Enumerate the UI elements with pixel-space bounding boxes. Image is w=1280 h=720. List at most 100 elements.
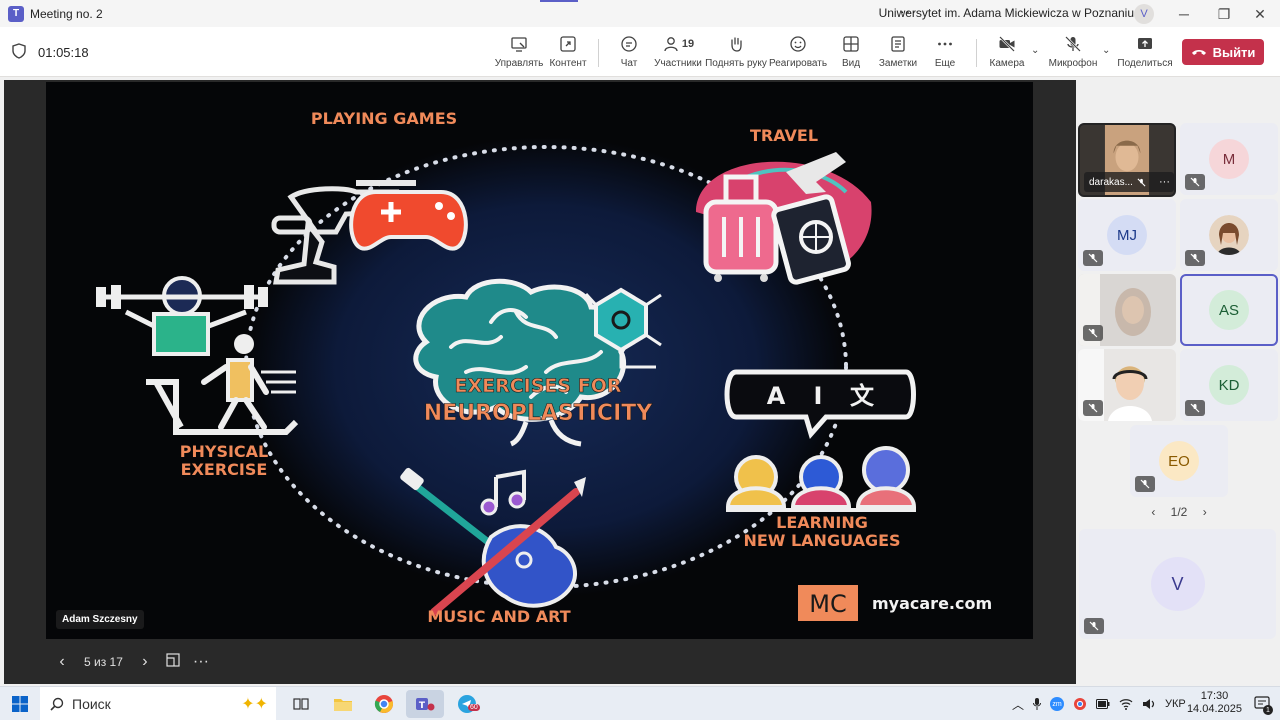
slide-label-languages-1: LEARNING xyxy=(776,513,868,532)
slide-label-physical-1: PHYSICAL xyxy=(180,442,269,461)
leave-button[interactable]: Выйти xyxy=(1182,39,1264,65)
close-window-button[interactable]: ✕ xyxy=(1240,2,1280,26)
teams-logo-icon: T xyxy=(8,5,24,22)
logo-mc-text: MC xyxy=(809,590,846,618)
windows-taskbar: Поиск ✦✦ T 60 ︿ zm УКР 17:30 14.04.2025 … xyxy=(0,686,1280,720)
people-icon: 19 xyxy=(662,33,694,55)
chrome-tray-icon[interactable] xyxy=(1073,697,1087,711)
participant-tile[interactable]: KD xyxy=(1180,349,1278,421)
mic-muted-icon xyxy=(1083,400,1103,416)
lang-char-wen: 文 xyxy=(850,382,875,410)
chat-label: Чат xyxy=(620,58,638,69)
chrome-icon[interactable] xyxy=(365,690,403,718)
wifi-icon[interactable] xyxy=(1119,698,1133,710)
manage-button[interactable]: Управлять xyxy=(494,33,544,73)
minimize-button[interactable]: ─ xyxy=(1164,2,1204,26)
file-explorer-icon[interactable] xyxy=(324,690,362,718)
tray-mic-icon[interactable] xyxy=(1033,698,1042,710)
participant-tile[interactable] xyxy=(1180,199,1278,271)
notes-icon xyxy=(889,33,907,55)
notifications-icon[interactable]: 1 xyxy=(1254,696,1273,715)
more-dots-icon xyxy=(936,33,954,55)
chat-icon xyxy=(620,33,638,55)
hang-up-icon xyxy=(1191,50,1206,55)
gallery-pager: ‹ 1/2 › xyxy=(1078,505,1280,519)
avatar: V xyxy=(1150,557,1205,611)
taskbar-search-box[interactable]: Поиск ✦✦ xyxy=(40,687,276,720)
avatar: EO xyxy=(1159,441,1199,481)
mic-muted-icon xyxy=(1185,400,1205,416)
tray-overflow-chevron-icon[interactable]: ︿ xyxy=(1012,696,1024,713)
more-button[interactable]: Еще xyxy=(932,33,958,73)
organization-name[interactable]: Uniwersytet im. Adama Mickiewicza w Pozn… xyxy=(879,6,1134,20)
meeting-timer: 01:05:18 xyxy=(38,45,89,60)
slide-title-line-1: EXERCISES FOR xyxy=(455,375,622,397)
next-slide-button[interactable]: › xyxy=(131,653,159,671)
camera-button[interactable]: Камера xyxy=(988,33,1026,73)
restore-button[interactable]: ❐ xyxy=(1204,2,1244,26)
mic-muted-icon xyxy=(1083,325,1103,341)
avatar-photo xyxy=(1209,215,1249,255)
slide-overview-icon[interactable] xyxy=(159,652,187,672)
participant-video-tile[interactable] xyxy=(1078,274,1176,346)
slide-page-indicator: 5 из 17 xyxy=(84,655,123,669)
zoom-tray-icon[interactable]: zm xyxy=(1050,697,1065,711)
participant-tile[interactable]: EO xyxy=(1130,425,1228,497)
slide-navigation: ‹ 5 из 17 › ··· xyxy=(48,648,215,676)
participant-tile[interactable]: MJ xyxy=(1078,199,1176,271)
keyboard-language[interactable]: УКР xyxy=(1165,698,1186,710)
content-button[interactable]: Контент xyxy=(549,33,587,73)
chat-button[interactable]: Чат xyxy=(614,33,644,73)
slide-title-line-2: NEUROPLASTICITY xyxy=(424,401,653,426)
share-tray-icon xyxy=(1136,33,1154,55)
gallery-prev-button[interactable]: ‹ xyxy=(1151,505,1155,519)
microphone-button[interactable]: Микрофон xyxy=(1049,33,1097,73)
leave-label: Выйти xyxy=(1212,44,1256,60)
participant-tile[interactable]: M xyxy=(1180,123,1278,195)
participant-tile-large[interactable]: V xyxy=(1079,529,1276,639)
camera-off-icon xyxy=(998,33,1016,55)
avatar: MJ xyxy=(1107,215,1147,255)
share-button[interactable]: Поделиться xyxy=(1117,33,1173,73)
title-bar: T Meeting no. 2 ··· Uniwersytet im. Adam… xyxy=(0,0,1280,27)
volume-icon[interactable] xyxy=(1142,698,1156,710)
participant-tile-speaking[interactable]: AS xyxy=(1180,274,1278,346)
emoji-icon xyxy=(789,33,807,55)
camera-options-chevron-icon[interactable]: ⌄ xyxy=(1031,45,1039,56)
toolbar-divider xyxy=(976,39,977,67)
react-button[interactable]: Реагировать xyxy=(768,33,828,73)
camera-label: Камера xyxy=(989,58,1025,69)
participants-button[interactable]: 19 Участники xyxy=(654,33,702,73)
self-name: darakas... xyxy=(1089,176,1133,188)
shared-slide: PLAYING GAMES TRAVEL PHYSICAL EXERCISE E… xyxy=(46,82,1033,639)
telegram-icon[interactable]: 60 xyxy=(448,690,486,718)
notes-label: Заметки xyxy=(878,58,918,69)
task-view-icon[interactable] xyxy=(282,690,320,718)
self-video-tile[interactable]: darakas... ··· xyxy=(1078,123,1176,197)
participants-gallery: darakas... ··· M MJ AS KD EO ‹ 1/2 › V xyxy=(1078,80,1280,684)
taskbar-clock[interactable]: 17:30 14.04.2025 xyxy=(1187,690,1242,716)
avatar: M xyxy=(1209,139,1249,179)
system-tray: ︿ zm УКР xyxy=(1012,687,1186,720)
slide-more-options-icon[interactable]: ··· xyxy=(187,653,215,671)
windows-start-icon[interactable] xyxy=(12,696,28,712)
manage-label: Управлять xyxy=(494,58,544,69)
previous-slide-button[interactable]: ‹ xyxy=(48,653,76,671)
notes-button[interactable]: Заметки xyxy=(878,33,918,73)
react-label: Реагировать xyxy=(768,58,828,69)
mic-off-icon xyxy=(1064,33,1082,55)
user-avatar[interactable]: V xyxy=(1134,4,1154,24)
search-icon xyxy=(50,697,64,711)
telegram-unread-badge: 60 xyxy=(468,704,480,711)
teams-taskbar-icon[interactable]: T xyxy=(406,690,444,718)
tile-more-icon[interactable]: ··· xyxy=(1159,176,1170,188)
raise-hand-label: Поднять руку xyxy=(705,58,767,69)
battery-icon[interactable] xyxy=(1096,699,1110,709)
slide-label-travel: TRAVEL xyxy=(750,126,818,145)
view-button[interactable]: Вид xyxy=(838,33,864,73)
gallery-next-button[interactable]: › xyxy=(1203,505,1207,519)
raise-hand-button[interactable]: Поднять руку xyxy=(705,33,767,73)
participant-video-tile[interactable] xyxy=(1078,349,1176,421)
mic-options-chevron-icon[interactable]: ⌄ xyxy=(1102,45,1110,56)
mic-muted-icon xyxy=(1083,250,1103,266)
